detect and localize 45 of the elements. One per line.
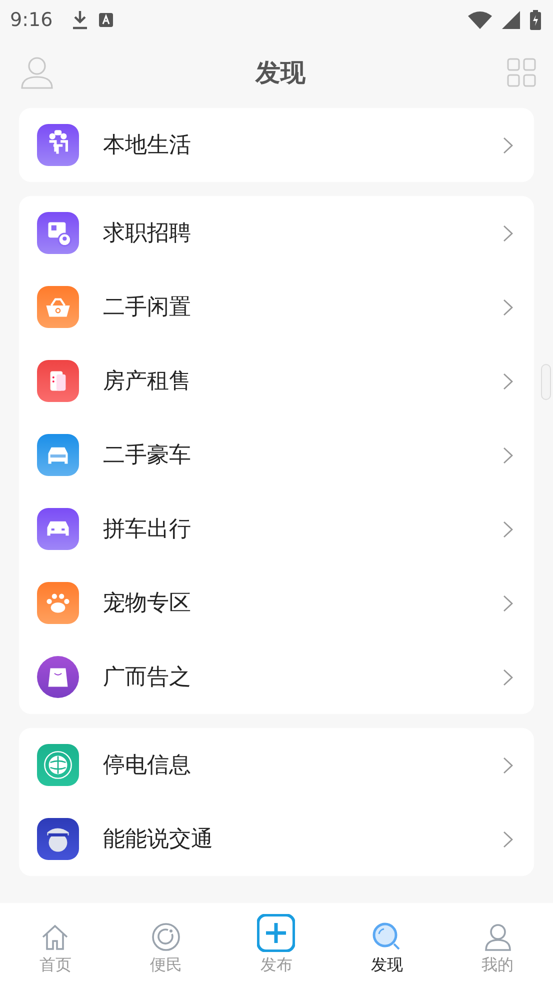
signal-icon — [502, 11, 520, 29]
download-icon — [70, 10, 89, 30]
status-time: 9:16 — [10, 9, 53, 31]
wifi-icon — [468, 11, 492, 29]
chevron-right-icon — [503, 224, 513, 242]
menu-item[interactable]: 二手闲置 — [19, 270, 534, 344]
chevron-right-icon — [503, 446, 513, 464]
photo-id-icon — [37, 212, 79, 254]
chevron-right-icon — [503, 520, 513, 538]
scrollbar-thumb[interactable] — [541, 364, 551, 400]
shopping-bag-icon — [37, 656, 79, 698]
menu-item[interactable]: 二手豪车 — [19, 418, 534, 492]
chevron-right-icon — [503, 830, 513, 848]
officer-avatar-icon — [37, 818, 79, 860]
chevron-right-icon — [503, 668, 513, 686]
menu-item[interactable]: 求职招聘 — [19, 196, 534, 270]
car-icon — [37, 508, 79, 550]
battery-icon — [530, 10, 541, 30]
paw-icon — [37, 582, 79, 624]
door-icon — [37, 360, 79, 402]
menu-item[interactable]: 广而告之 — [19, 640, 534, 714]
user-icon[interactable] — [20, 55, 54, 89]
chevron-right-icon — [503, 594, 513, 612]
menu-item[interactable]: 宠物专区 — [19, 566, 534, 640]
menu-item[interactable]: 停电信息 — [19, 728, 534, 802]
chevron-right-icon — [503, 372, 513, 390]
plus-icon — [257, 914, 296, 952]
home-icon — [40, 922, 70, 952]
menu-item[interactable]: 房产租售 — [19, 344, 534, 418]
globe-icon — [37, 744, 79, 786]
basket-icon — [37, 286, 79, 328]
chevron-right-icon — [503, 298, 513, 316]
car-icon — [37, 434, 79, 476]
menu-item[interactable]: 能能说交通 — [19, 802, 534, 876]
chevron-right-icon — [503, 136, 513, 154]
chevron-right-icon — [503, 756, 513, 774]
grid-icon[interactable] — [507, 58, 536, 86]
keyboard-icon — [98, 13, 113, 27]
circle-icon — [150, 922, 181, 952]
search-icon — [372, 922, 402, 952]
menu-item[interactable]: 拼车出行 — [19, 492, 534, 566]
user-icon — [482, 922, 513, 952]
page-title: 发现 — [256, 56, 306, 88]
menu-item[interactable]: 本地生活 — [19, 108, 534, 182]
tab-item[interactable]: 发现 — [332, 903, 442, 984]
